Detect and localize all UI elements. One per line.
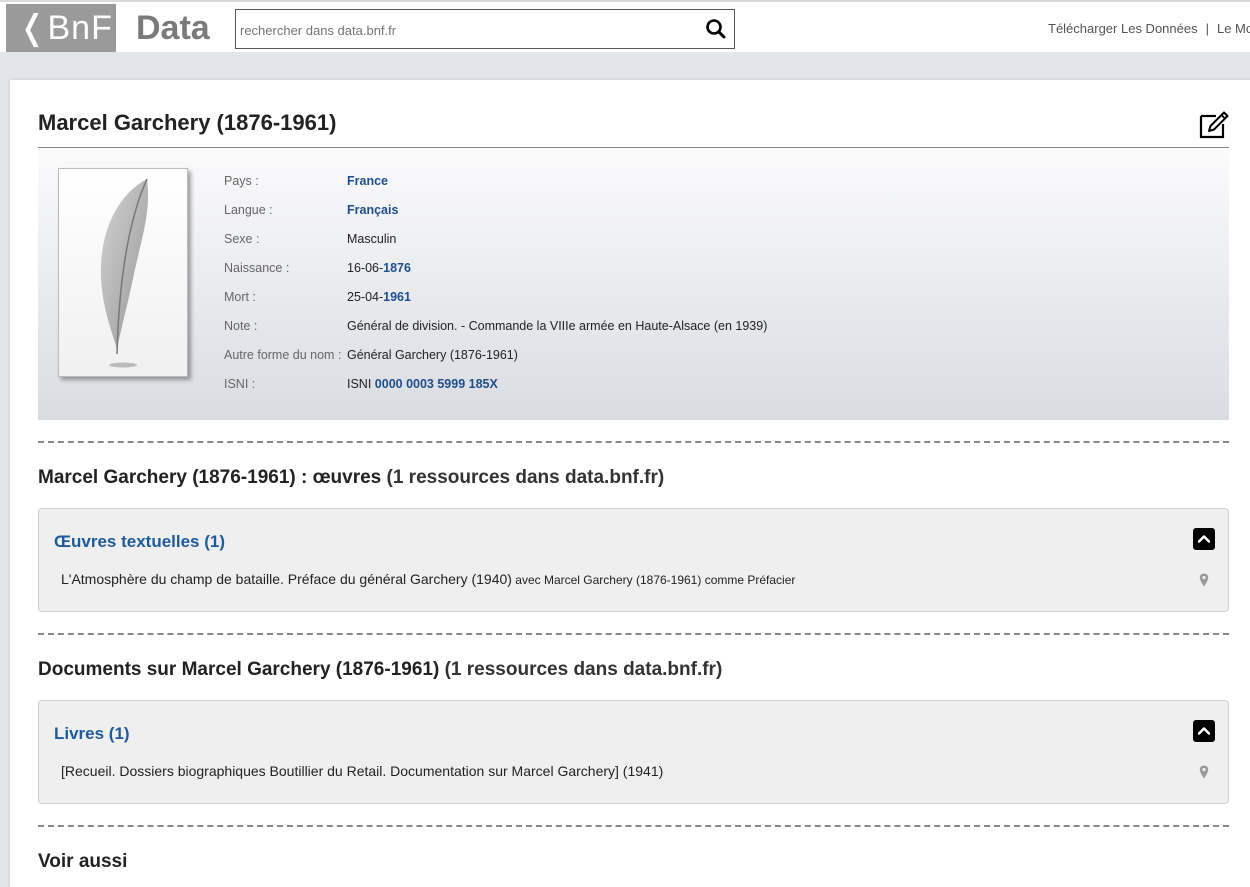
isni-link[interactable]: 0000 0003 5999 185X [375,377,498,391]
main-card: Marcel Garchery (1876-1961) Pays: Franc… [10,80,1250,887]
list-item[interactable]: L'Atmosphère du champ de bataille. Préfa… [61,571,795,587]
info-box: Pays : France Langue : Français Sexe : M… [38,148,1229,420]
nav-download-link[interactable]: Télécharger Les Données [1048,21,1198,36]
info-label: Pays : [224,174,259,188]
info-row-sexe: Sexe : Masculin [224,231,767,260]
page-title: Marcel Garchery (1876-1961) [38,110,337,135]
documents-title-count: (1 ressources dans data.bnf.fr) [439,659,723,680]
info-row-naissance: Naissance : 16-06-1876 [224,260,767,289]
oeuvre-title[interactable]: L'Atmosphère du champ de bataille. Préfa… [61,571,512,587]
search-input[interactable] [240,19,700,41]
info-row-pays: Pays : France [224,173,767,202]
mort-year-link[interactable]: 1961 [383,290,411,304]
info-row-isni: ISNI : ISNI 0000 0003 5999 185X [224,376,767,405]
info-label: Langue : [224,203,273,217]
langue-link[interactable]: Français [347,203,398,217]
oeuvres-panel: Œuvres textuelles (1) L'Atmosphère du ch… [38,508,1229,612]
oeuvres-section-title: Marcel Garchery (1876-1961) : œuvres (1 … [38,467,664,489]
chevron-up-icon [1197,727,1211,735]
info-rows: Pays : France Langue : Français Sexe : M… [224,173,767,405]
section-divider [38,825,1229,827]
bnf-logo[interactable]: ❬BnF [6,4,116,52]
naissance-year-link[interactable]: 1876 [383,261,411,275]
search-box [235,9,735,49]
list-item[interactable]: [Recueil. Dossiers biographiques Boutill… [61,763,663,779]
data-logo[interactable]: Data [136,8,210,48]
info-label: Autre forme du nom : [224,348,342,362]
collapse-button[interactable] [1193,720,1215,742]
sexe-value: Masculin [347,232,397,246]
info-label: ISNI : [224,377,256,391]
info-label: Sexe : [224,232,260,246]
livres-link[interactable]: Livres (1) [54,724,130,744]
info-row-note: Note : Général de division. - Commande l… [224,318,767,347]
edit-icon[interactable] [1198,110,1230,140]
section-divider [38,441,1229,443]
note-value: Général de division. - Commande la VIIIe… [347,319,768,333]
nav-separator: | [1205,21,1209,36]
top-nav: Télécharger Les Données | Le Mod [1048,21,1250,36]
map-pin-icon[interactable] [1199,573,1209,587]
map-pin-icon[interactable] [1199,765,1209,779]
mort-date: 25-04- [347,290,384,304]
info-label: Mort : [224,290,256,304]
oeuvres-title-count: (1 ressources dans data.bnf.fr) [381,467,665,488]
section-divider [38,633,1229,635]
oeuvres-textuelles-link[interactable]: Œuvres textuelles (1) [54,532,225,552]
quill-icon [100,178,149,368]
info-row-langue: Langue : Français [224,202,767,231]
search-icon[interactable] [704,17,728,41]
naissance-date: 16-06- [347,261,384,275]
isni-prefix: ISNI [347,377,375,391]
info-row-mort: Mort : 25-04-1961 [224,289,767,318]
portrait-placeholder [58,168,188,377]
info-label: Note : [224,319,258,333]
oeuvres-title-bold: Marcel Garchery (1876-1961) : œuvres [38,467,382,488]
top-bar: ❬BnF Data Télécharger Les Données | Le Mod [0,0,1250,52]
info-label: Naissance : [224,261,290,275]
documents-panel: Livres (1) [Recueil. Dossiers biographiq… [38,700,1229,804]
pays-link[interactable]: France [347,174,388,188]
autre-forme-value: Général Garchery (1876-1961) [347,348,518,362]
voir-aussi-title: Voir aussi [38,851,128,872]
chevron-up-icon [1197,535,1211,543]
document-title[interactable]: [Recueil. Dossiers biographiques Boutill… [61,763,663,779]
documents-section-title: Documents sur Marcel Garchery (1876-1961… [38,659,722,681]
info-row-autre-forme: Autre forme du nom : Général Garchery (1… [224,347,767,376]
oeuvre-role: avec Marcel Garchery (1876-1961) comme P… [511,573,796,587]
collapse-button[interactable] [1193,528,1215,550]
documents-title-bold: Documents sur Marcel Garchery (1876-1961… [38,659,440,680]
nav-model-link[interactable]: Le Mod [1217,21,1250,36]
